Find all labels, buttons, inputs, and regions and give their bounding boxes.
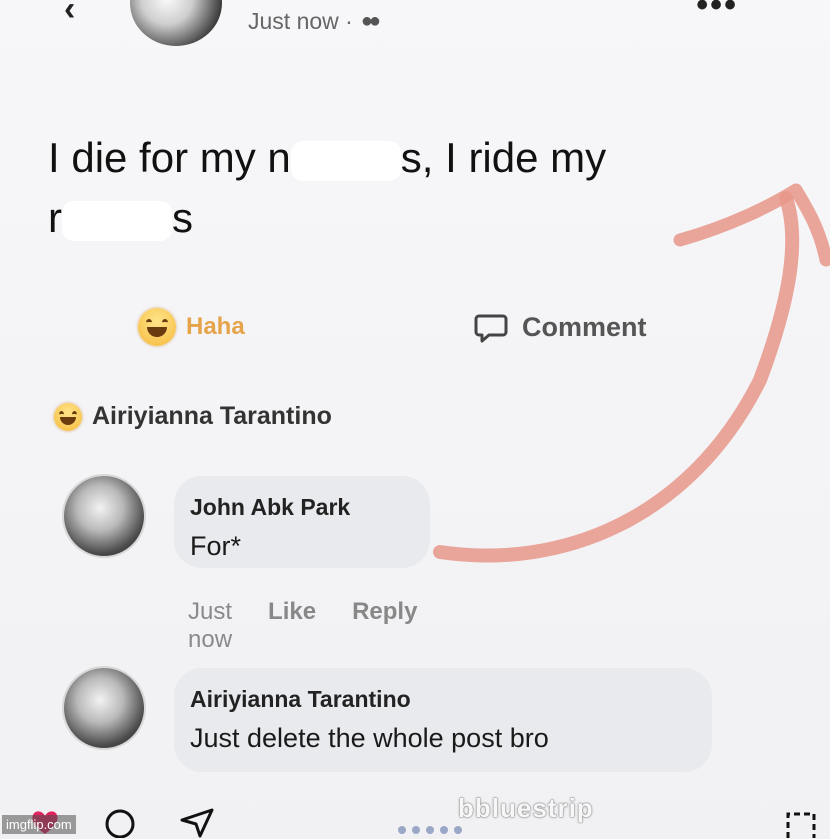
reacted-by[interactable]: Airiyianna Tarantino: [54, 402, 332, 431]
post-screen: ‹ Just now · ●● ••• I die for my n s, I r…: [0, 0, 830, 839]
back-arrow-icon[interactable]: ‹: [64, 0, 75, 29]
reacted-by-name: Airiyianna Tarantino: [92, 402, 332, 430]
post-text-part: s, I ride my: [400, 134, 607, 181]
comment-author[interactable]: Airiyianna Tarantino: [190, 686, 686, 713]
post-timestamp: Just now ·: [248, 8, 353, 34]
haha-icon: [54, 402, 82, 431]
watermark: bbluestrip: [458, 793, 594, 823]
comment-label: Comment: [522, 311, 647, 342]
imgflip-credit: imgflip.com: [2, 815, 76, 834]
bookmark-icon[interactable]: [784, 810, 818, 839]
post-text-part: s: [172, 194, 193, 241]
censor-blob: [62, 200, 172, 241]
haha-icon: [138, 308, 176, 346]
more-options-icon[interactable]: •••: [696, 0, 738, 25]
avatar[interactable]: [130, 0, 222, 46]
reply-link[interactable]: Reply: [352, 598, 417, 654]
post-text-part: r: [48, 194, 62, 241]
comment-actions: Just now Like Reply: [188, 598, 417, 654]
avatar[interactable]: [64, 668, 144, 748]
friends-icon: ●●: [360, 10, 381, 32]
censor-blob: [290, 140, 401, 181]
haha-label: Haha: [186, 313, 245, 340]
like-link[interactable]: Like: [268, 598, 316, 654]
comment-button[interactable]: Comment: [474, 310, 647, 344]
reaction-bar: Haha Comment: [0, 300, 830, 360]
comment-time: Just now: [188, 598, 233, 653]
send-icon[interactable]: [180, 806, 214, 838]
avatar[interactable]: [64, 476, 144, 556]
post-meta: Just now · ●●: [248, 8, 381, 35]
comment-body: For*: [190, 531, 242, 561]
comment-bubble-icon: [474, 314, 508, 343]
comment-bubble[interactable]: Airiyianna Tarantino Just delete the who…: [174, 668, 712, 772]
carousel-dots: [398, 826, 462, 834]
post-text-part: I die for my n: [48, 134, 291, 181]
comment-body: Just delete the whole post bro: [190, 723, 549, 753]
comment-icon[interactable]: [104, 806, 136, 838]
haha-button[interactable]: Haha: [138, 308, 245, 346]
post-text: I die for my n s, I ride my r s: [48, 128, 738, 248]
comment-author[interactable]: John Abk Park: [190, 494, 404, 521]
comment-bubble[interactable]: John Abk Park For*: [174, 476, 430, 568]
